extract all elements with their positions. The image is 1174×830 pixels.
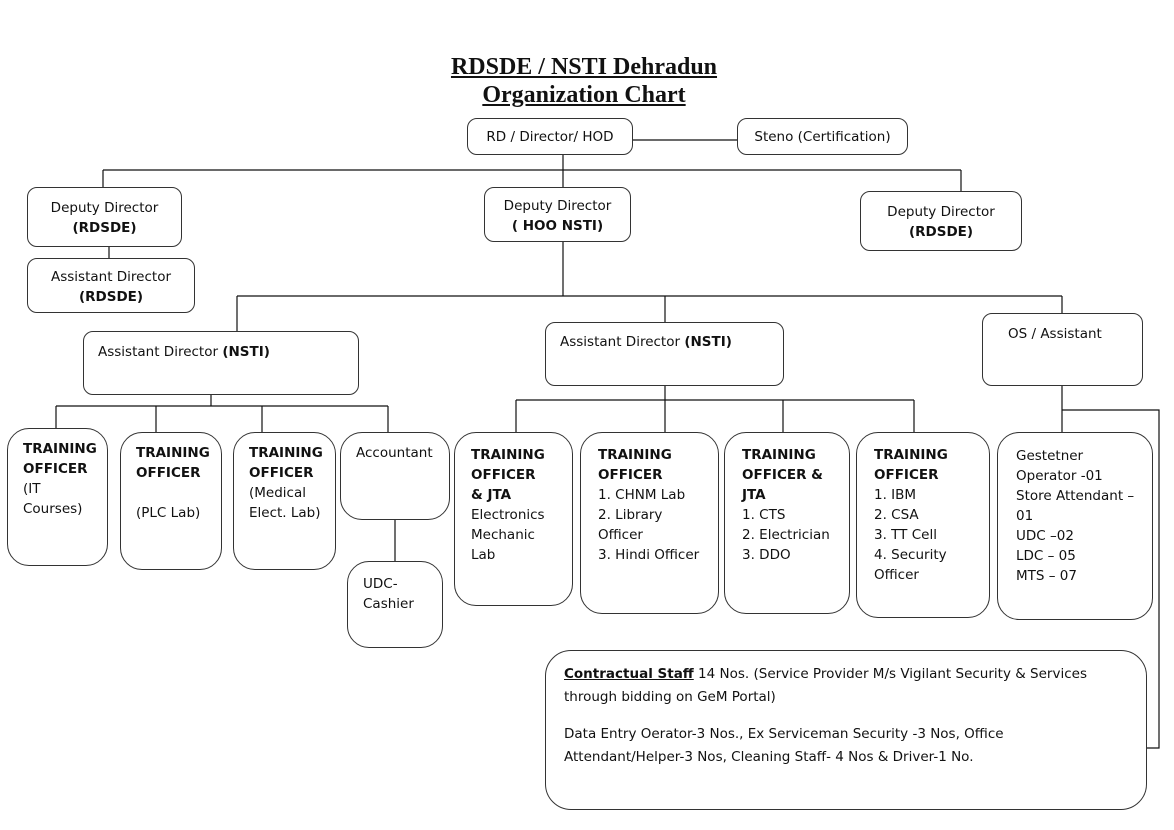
unit-cts-title3: JTA <box>742 487 766 503</box>
head-label: RD / Director/ HOD <box>486 129 614 145</box>
deputy-right-role: Deputy Director <box>887 204 995 220</box>
staff-line: Gestetner <box>1016 448 1084 464</box>
unit-ibm-line: Officer <box>874 567 919 583</box>
contractual-heading: Contractual Staff <box>564 666 694 682</box>
deputy-director-right: Deputy Director (RDSDE) <box>860 191 1022 251</box>
unit-medical-title2: OFFICER <box>249 465 314 481</box>
unit-plc-line: (PLC Lab) <box>136 505 201 521</box>
deputy-right-unit: (RDSDE) <box>908 224 974 240</box>
asst-nsti-left-unit: (NSTI) <box>222 344 270 360</box>
unit-it-line: (IT <box>23 481 41 497</box>
accountant-label: Accountant <box>356 445 433 461</box>
unit-chnm-title1: TRAINING <box>598 447 672 463</box>
asst-nsti-center-role: Assistant Director <box>560 334 685 350</box>
os-assistant-box: OS / Assistant <box>982 313 1143 386</box>
cashier-line2: Cashier <box>363 596 414 612</box>
contractual-staff-box: Contractual Staff 14 Nos. (Service Provi… <box>545 650 1147 810</box>
staff-line: UDC –02 <box>1016 528 1074 544</box>
staff-line: Store Attendant – <box>1016 488 1135 504</box>
unit-chnm-line: 3. Hindi Officer <box>598 547 700 563</box>
steno-box: Steno (Certification) <box>737 118 908 155</box>
unit-electronics-line: Lab <box>471 547 496 563</box>
unit-plc-title2: OFFICER <box>136 465 201 481</box>
unit-cts-line: 2. Electrician <box>742 527 830 543</box>
unit-medical-line: (Medical <box>249 485 306 501</box>
unit-electronics-title2: OFFICER <box>471 467 536 483</box>
unit-ibm-line: 3. TT Cell <box>874 527 937 543</box>
unit-medical-line: Elect. Lab) <box>249 505 321 521</box>
deputy-director-center: Deputy Director ( HOO NSTI) <box>484 187 631 242</box>
deputy-left-unit: (RDSDE) <box>72 220 137 236</box>
cashier-line1: UDC- <box>363 576 398 592</box>
unit-udc-cashier: UDC- Cashier <box>347 561 443 648</box>
unit-ibm-title1: TRAINING <box>874 447 948 463</box>
unit-medical-lab: TRAINING OFFICER (Medical Elect. Lab) <box>233 432 336 570</box>
unit-electronics-lab: TRAINING OFFICER & JTA Electronics Mecha… <box>454 432 573 606</box>
assistant-director-nsti-left: Assistant Director (NSTI) <box>83 331 359 395</box>
unit-chnm-line: 2. Library <box>598 507 663 523</box>
unit-cts-line: 1. CTS <box>742 507 786 523</box>
unit-cts: TRAINING OFFICER & JTA 1. CTS 2. Electri… <box>724 432 850 614</box>
head-box: RD / Director/ HOD <box>467 118 633 155</box>
unit-ibm-line: 1. IBM <box>874 487 917 503</box>
asst-nsti-center-unit: (NSTI) <box>684 334 732 350</box>
unit-it-courses: TRAINING OFFICER (IT Courses) <box>7 428 108 566</box>
unit-medical-title1: TRAINING <box>249 445 323 461</box>
steno-label: Steno (Certification) <box>754 129 891 145</box>
unit-cts-line: 3. DDO <box>742 547 791 563</box>
unit-it-title1: TRAINING <box>23 441 97 457</box>
staff-line: LDC – 05 <box>1016 548 1076 564</box>
unit-electronics-title1: TRAINING <box>471 447 545 463</box>
unit-office-staff: Gestetner Operator -01 Store Attendant –… <box>997 432 1153 620</box>
unit-ibm-line: 4. Security <box>874 547 947 563</box>
unit-chnm-line: 1. CHNM Lab <box>598 487 686 503</box>
unit-chnm-line: Officer <box>598 527 643 543</box>
unit-it-line: Courses) <box>23 501 83 517</box>
unit-ibm: TRAINING OFFICER 1. IBM 2. CSA 3. TT Cel… <box>856 432 990 618</box>
deputy-center-unit: ( HOO NSTI) <box>511 218 604 234</box>
contractual-intro-para: Contractual Staff 14 Nos. (Service Provi… <box>564 663 1128 709</box>
asst-rdsde-role: Assistant Director <box>50 269 172 285</box>
unit-ibm-line: 2. CSA <box>874 507 919 523</box>
deputy-director-left: Deputy Director (RDSDE) <box>27 187 182 247</box>
unit-accountant: Accountant <box>340 432 450 520</box>
unit-ibm-title2: OFFICER <box>874 467 939 483</box>
staff-line: 01 <box>1016 508 1034 524</box>
unit-plc-title1: TRAINING <box>136 445 210 461</box>
contractual-details: Data Entry Oerator-3 Nos., Ex Serviceman… <box>564 726 1004 765</box>
unit-electronics-line: Mechanic <box>471 527 535 543</box>
staff-line: Operator -01 <box>1016 468 1103 484</box>
unit-chnm-title2: OFFICER <box>598 467 663 483</box>
unit-chnm-lab: TRAINING OFFICER 1. CHNM Lab 2. Library … <box>580 432 719 614</box>
assistant-director-nsti-center: Assistant Director (NSTI) <box>545 322 784 386</box>
unit-plc-lab: TRAINING OFFICER (PLC Lab) <box>120 432 222 570</box>
asst-nsti-left-role: Assistant Director <box>98 344 223 360</box>
unit-cts-title1: TRAINING <box>742 447 816 463</box>
os-assistant-label: OS / Assistant <box>1008 326 1102 342</box>
unit-it-title2: OFFICER <box>23 461 88 477</box>
assistant-director-rdsde: Assistant Director (RDSDE) <box>27 258 195 313</box>
deputy-left-role: Deputy Director <box>50 200 159 216</box>
unit-electronics-title3: & JTA <box>471 487 512 503</box>
asst-rdsde-unit: (RDSDE) <box>78 289 144 305</box>
unit-electronics-line: Electronics <box>471 507 545 523</box>
deputy-center-role: Deputy Director <box>503 198 612 214</box>
unit-plc-line <box>136 483 221 503</box>
unit-cts-title2: OFFICER & <box>742 467 823 483</box>
staff-line: MTS – 07 <box>1016 568 1077 584</box>
